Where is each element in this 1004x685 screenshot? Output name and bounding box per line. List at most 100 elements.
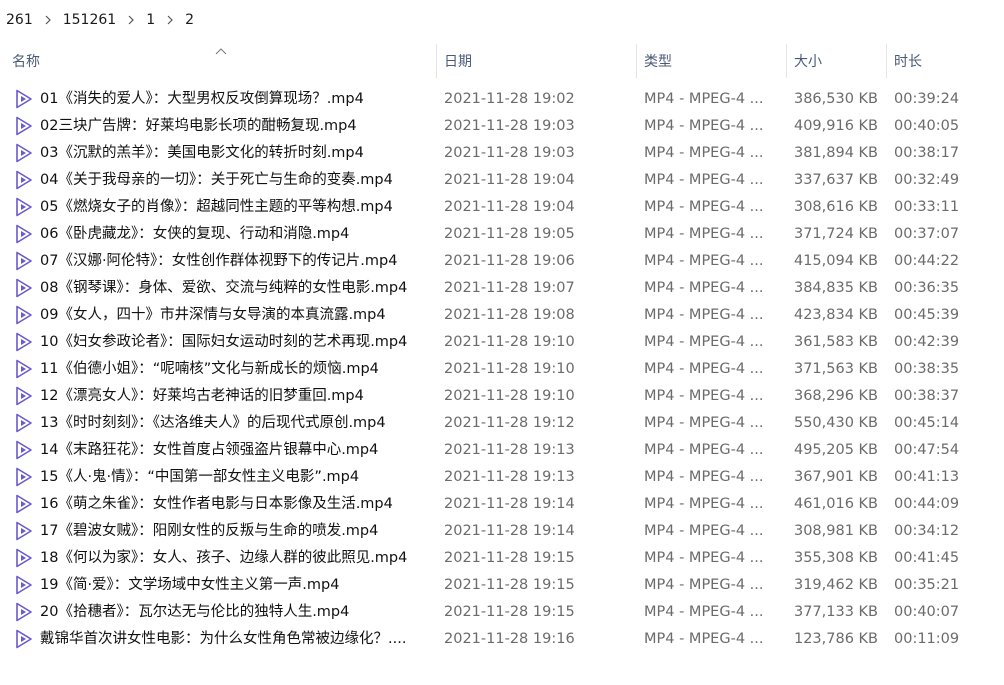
breadcrumb: 261 151261 1 2 [0,0,1004,40]
file-name[interactable]: 11《伯德小姐》：“呢喃核”文化与新成长的烦恼.mp4 [40,356,432,383]
file-row[interactable]: 12《漂亮女人》：好莱坞古老神话的旧梦重回.mp4 2021-11-28 19:1… [0,383,1004,410]
column-header-date[interactable]: 日期 [444,44,472,80]
file-row[interactable]: 15《人·鬼·情》：“中国第一部女性主义电影”.mp4 2021-11-28 19… [0,464,1004,491]
column-divider[interactable] [436,44,437,78]
file-name[interactable]: 05《燃烧女子的肖像》：超越同性主题的平等构想.mp4 [40,194,432,221]
file-name[interactable]: 07《汉娜·阿伦特》：女性创作群体视野下的传记片.mp4 [40,248,432,275]
file-row[interactable]: 19《简·爱》：文学场域中女性主义第一声.mp4 2021-11-28 19:15… [0,572,1004,599]
file-row[interactable]: 14《末路狂花》：女性首度占领强盗片银幕中心.mp4 2021-11-28 19:… [0,437,1004,464]
file-date: 2021-11-28 19:10 [444,361,575,377]
file-size: 371,563 KB [793,361,878,377]
column-header-duration[interactable]: 时长 [894,44,922,80]
file-name[interactable]: 20《拾穗者》：瓦尔达无与伦比的独特人生.mp4 [40,599,432,626]
file-size: 319,462 KB [793,577,878,593]
video-file-icon [14,602,34,622]
file-date: 2021-11-28 19:12 [444,415,575,431]
file-row[interactable]: 13《时时刻刻》：《达洛维夫人》的后现代式原创.mp4 2021-11-28 19… [0,410,1004,437]
file-duration: 00:41:45 [894,550,960,566]
file-row[interactable]: 10《妇女参政论者》：国际妇女运动时刻的艺术再现.mp4 2021-11-28 1… [0,329,1004,356]
column-header-name[interactable]: 名称 [12,44,40,80]
file-duration: 00:33:11 [894,199,960,215]
file-duration: 00:47:54 [894,442,960,458]
file-name[interactable]: 14《末路狂花》：女性首度占领强盗片银幕中心.mp4 [40,437,432,464]
chevron-right-icon[interactable] [126,15,136,25]
file-size: 423,834 KB [793,307,878,323]
file-date: 2021-11-28 19:10 [444,334,575,350]
file-name[interactable]: 03《沉默的羔羊》：美国电影文化的转折时刻.mp4 [40,140,432,167]
file-size: 377,133 KB [793,604,878,620]
video-file-icon [14,386,34,406]
video-file-icon [14,494,34,514]
file-date: 2021-11-28 19:14 [444,523,575,539]
file-date: 2021-11-28 19:04 [444,199,575,215]
file-size: 337,637 KB [793,172,878,188]
file-name[interactable]: 18《何以为家》：女人、孩子、边缘人群的彼此照见.mp4 [40,545,432,572]
file-name[interactable]: 15《人·鬼·情》：“中国第一部女性主义电影”.mp4 [40,464,432,491]
file-name[interactable]: 09《女人，四十》市井深情与女导演的本真流露.mp4 [40,302,432,329]
file-list: 01《消失的爱人》：大型男权反攻倒算现场？.mp4 2021-11-28 19:0… [0,86,1004,653]
file-duration: 00:40:07 [894,604,960,620]
file-date: 2021-11-28 19:07 [444,280,575,296]
file-size: 415,094 KB [793,253,878,269]
file-size: 461,016 KB [793,496,878,512]
column-header-type[interactable]: 类型 [644,44,672,80]
file-duration: 00:32:49 [894,172,960,188]
column-divider[interactable] [886,44,887,78]
file-name[interactable]: 17《碧波女贼》：阳刚女性的反叛与生命的喷发.mp4 [40,518,432,545]
file-row[interactable]: 03《沉默的羔羊》：美国电影文化的转折时刻.mp4 2021-11-28 19:0… [0,140,1004,167]
file-size: 384,835 KB [793,280,878,296]
column-divider[interactable] [786,44,787,78]
file-row[interactable]: 20《拾穗者》：瓦尔达无与伦比的独特人生.mp4 2021-11-28 19:15… [0,599,1004,626]
file-size: 409,916 KB [793,118,878,134]
file-name[interactable]: 13《时时刻刻》：《达洛维夫人》的后现代式原创.mp4 [40,410,432,437]
file-size: 123,786 KB [793,631,878,647]
file-size: 367,901 KB [793,469,878,485]
file-name[interactable]: 19《简·爱》：文学场域中女性主义第一声.mp4 [40,572,432,599]
file-row[interactable]: 戴锦华首次讲女性电影：为什么女性角色常被边缘化？.... 2021-11-28 1… [0,626,1004,653]
file-date: 2021-11-28 19:03 [444,145,575,161]
file-row[interactable]: 07《汉娜·阿伦特》：女性创作群体视野下的传记片.mp4 2021-11-28 1… [0,248,1004,275]
file-name[interactable]: 08《钢琴课》：身体、爱欲、交流与纯粹的女性电影.mp4 [40,275,432,302]
file-name[interactable]: 06《卧虎藏龙》：女侠的复现、行动和消隐.mp4 [40,221,432,248]
breadcrumb-item[interactable]: 151261 [59,12,120,28]
file-row[interactable]: 08《钢琴课》：身体、爱欲、交流与纯粹的女性电影.mp4 2021-11-28 1… [0,275,1004,302]
file-duration: 00:42:39 [894,334,960,350]
file-row[interactable]: 05《燃烧女子的肖像》：超越同性主题的平等构想.mp4 2021-11-28 19… [0,194,1004,221]
file-name[interactable]: 01《消失的爱人》：大型男权反攻倒算现场？.mp4 [40,86,432,113]
video-file-icon [14,440,34,460]
file-row[interactable]: 09《女人，四十》市井深情与女导演的本真流露.mp4 2021-11-28 19:… [0,302,1004,329]
file-duration: 00:39:24 [894,91,960,107]
file-name[interactable]: 戴锦华首次讲女性电影：为什么女性角色常被边缘化？.... [40,626,432,653]
video-file-icon [14,197,34,217]
breadcrumb-item[interactable]: 261 [2,12,37,28]
video-file-icon [14,143,34,163]
file-name[interactable]: 02三块广告牌：好莱坞电影长项的酣畅复现.mp4 [40,113,432,140]
video-file-icon [14,116,34,136]
video-file-icon [14,251,34,271]
chevron-right-icon[interactable] [43,15,53,25]
file-name[interactable]: 10《妇女参政论者》：国际妇女运动时刻的艺术再现.mp4 [40,329,432,356]
file-duration: 00:38:37 [894,388,960,404]
file-name[interactable]: 12《漂亮女人》：好莱坞古老神话的旧梦重回.mp4 [40,383,432,410]
file-row[interactable]: 16《萌之朱雀》：女性作者电影与日本影像及生活.mp4 2021-11-28 19… [0,491,1004,518]
file-row[interactable]: 18《何以为家》：女人、孩子、边缘人群的彼此照见.mp4 2021-11-28 1… [0,545,1004,572]
video-file-icon [14,170,34,190]
chevron-right-icon[interactable] [165,15,175,25]
breadcrumb-item-current[interactable]: 2 [181,12,198,28]
file-date: 2021-11-28 19:05 [444,226,575,242]
column-header-size[interactable]: 大小 [794,44,822,80]
file-duration: 00:44:22 [894,253,960,269]
file-row[interactable]: 17《碧波女贼》：阳刚女性的反叛与生命的喷发.mp4 2021-11-28 19:… [0,518,1004,545]
file-name[interactable]: 04《关于我母亲的一切》：关于死亡与生命的变奏.mp4 [40,167,432,194]
breadcrumb-item[interactable]: 1 [142,12,159,28]
file-row[interactable]: 06《卧虎藏龙》：女侠的复现、行动和消隐.mp4 2021-11-28 19:05… [0,221,1004,248]
file-row[interactable]: 02三块广告牌：好莱坞电影长项的酣畅复现.mp4 2021-11-28 19:03… [0,113,1004,140]
file-name[interactable]: 16《萌之朱雀》：女性作者电影与日本影像及生活.mp4 [40,491,432,518]
column-header-bar: 名称 日期 类型 大小 时长 [0,44,1004,80]
file-row[interactable]: 01《消失的爱人》：大型男权反攻倒算现场？.mp4 2021-11-28 19:0… [0,86,1004,113]
file-size: 495,205 KB [793,442,878,458]
file-row[interactable]: 04《关于我母亲的一切》：关于死亡与生命的变奏.mp4 2021-11-28 19… [0,167,1004,194]
file-date: 2021-11-28 19:13 [444,469,575,485]
file-row[interactable]: 11《伯德小姐》：“呢喃核”文化与新成长的烦恼.mp4 2021-11-28 19… [0,356,1004,383]
column-divider[interactable] [636,44,637,78]
